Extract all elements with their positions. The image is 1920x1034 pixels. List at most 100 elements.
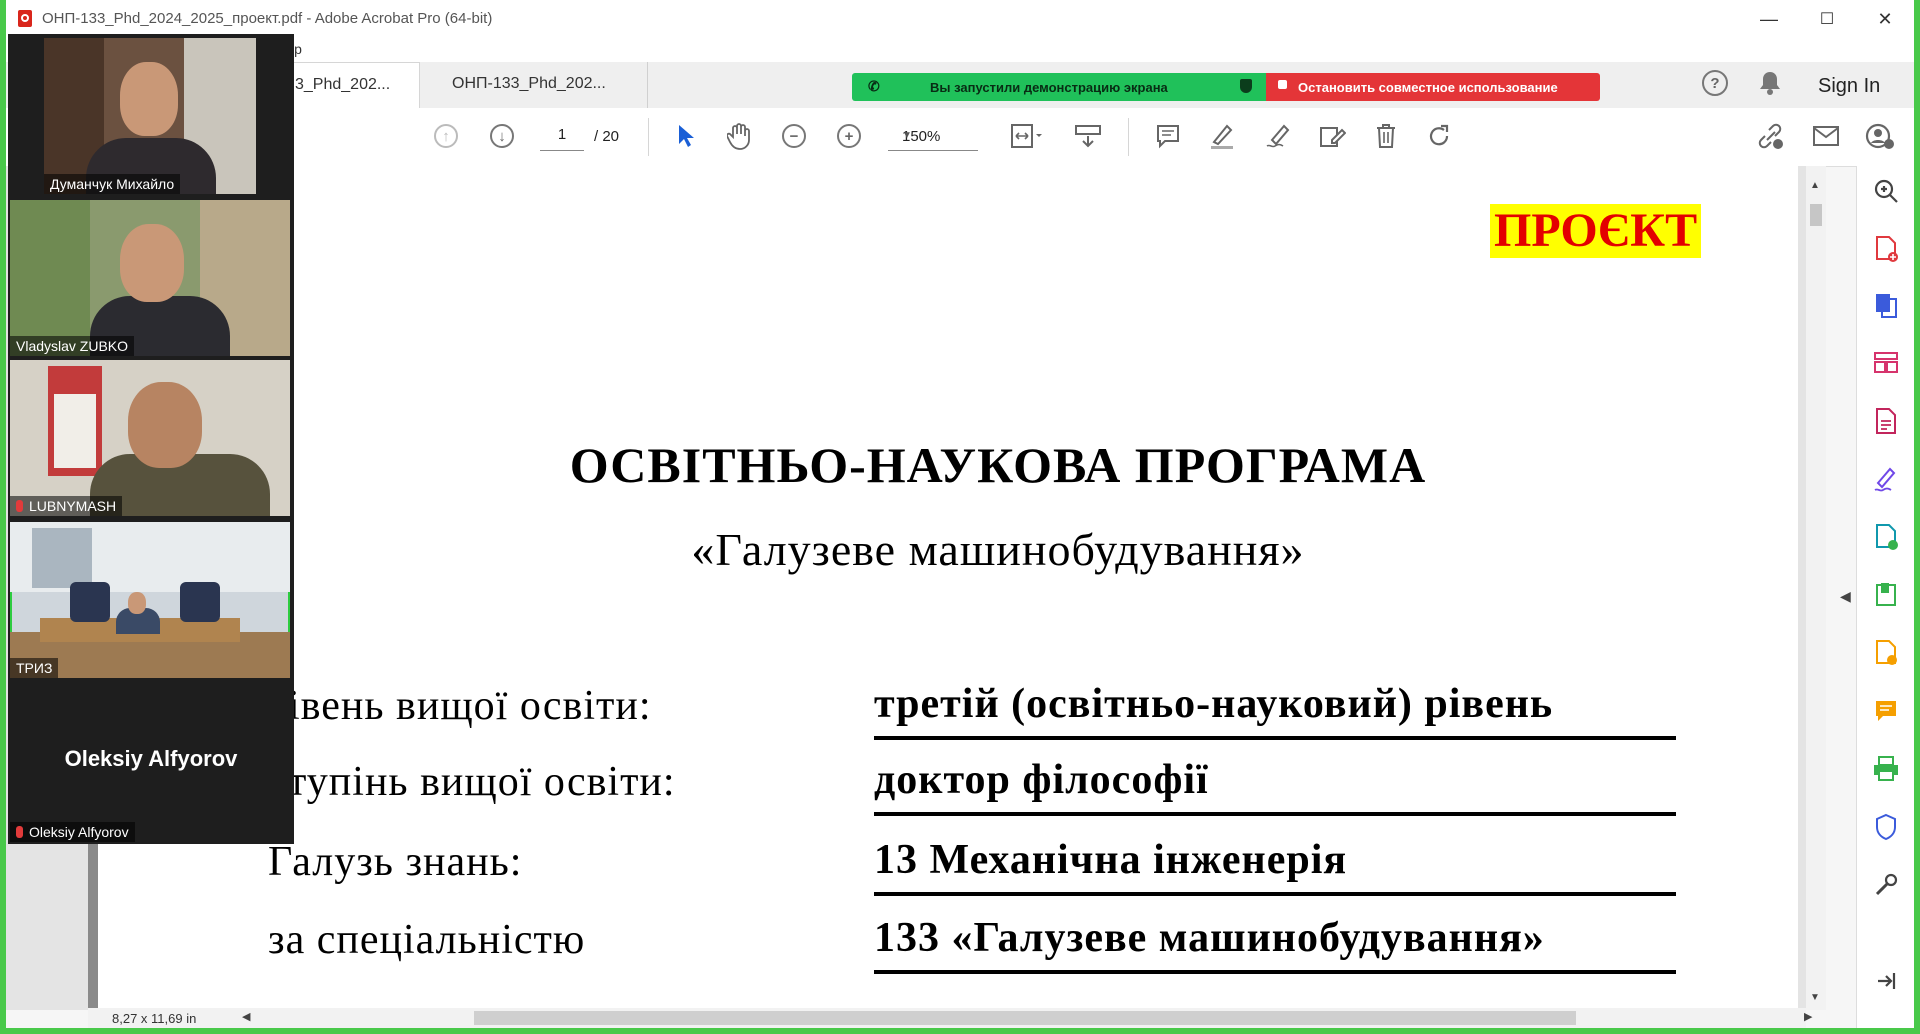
comment-icon[interactable] (1152, 119, 1184, 153)
page-size-label: 8,27 x 11,69 in (112, 1011, 197, 1026)
close-button[interactable]: ✕ (1862, 4, 1908, 34)
person-head (128, 382, 202, 468)
collapse-panel-icon[interactable]: ◀ (1840, 588, 1851, 605)
participant-name-text: Vladyslav ZUBKO (16, 338, 129, 354)
maximize-button[interactable]: ☐ (1804, 4, 1850, 34)
person-head (120, 224, 184, 302)
participant-tile[interactable]: Oleksiy Alfyorov (10, 686, 290, 842)
highlight-icon[interactable] (1206, 119, 1238, 153)
help-icon[interactable]: ? (1702, 70, 1728, 96)
compress-icon[interactable] (1871, 580, 1901, 610)
specialty-value: 133 «Галузеве машинобудування» (874, 914, 1676, 974)
minimize-button[interactable]: — (1746, 4, 1792, 34)
zoom-in-icon[interactable]: + (833, 119, 865, 153)
participant-name-text: Oleksiy Alfyorov (29, 824, 129, 840)
phone-icon: ✆ (868, 78, 880, 94)
chevron-left-icon[interactable]: ◀ (242, 1010, 250, 1023)
export-pdf-icon[interactable] (1871, 290, 1901, 320)
page-total: / 20 (594, 128, 620, 145)
muted-mic-icon (16, 500, 23, 512)
stop-sharing-label: Остановить совместное использование (1298, 80, 1558, 95)
status-bar: 8,27 x 11,69 in ◀ ▶ (88, 1008, 1812, 1028)
horizontal-scroll-thumb[interactable] (474, 1011, 1576, 1025)
tab-document-1[interactable]: 3_Phd_202... (276, 62, 420, 108)
bell-icon[interactable] (1758, 70, 1782, 102)
specialty-label: за спеціальністю (268, 917, 586, 963)
participant-name: Думанчук Михайло (44, 174, 181, 194)
edit-icon[interactable] (1316, 119, 1348, 153)
field-value: 13 Механічна інженерія (874, 836, 1676, 896)
fill-sign-icon[interactable] (1871, 464, 1901, 494)
prev-page-icon[interactable]: ↑ (430, 119, 462, 153)
stop-icon (1278, 80, 1287, 89)
combine-files-icon[interactable] (1871, 522, 1901, 552)
chevron-right-icon[interactable]: ▶ (1804, 1010, 1812, 1023)
participant-tile[interactable]: Думанчук Михайло (44, 38, 256, 194)
person-head (128, 592, 146, 614)
delete-icon[interactable] (1370, 119, 1402, 153)
link-icon[interactable] (1754, 119, 1786, 153)
participant-tile[interactable]: Vladyslav ZUBKO (10, 200, 290, 356)
sign-icon[interactable] (1262, 119, 1294, 153)
screen-share-status-text: Вы запустили демонстрацию экрана (930, 80, 1168, 95)
fit-page-icon[interactable] (1006, 119, 1048, 153)
chevron-down-icon[interactable]: ▼ (1810, 992, 1820, 1003)
calendar-page (54, 394, 96, 468)
participant-tile[interactable]: ТРИЗ (10, 522, 290, 678)
muted-mic-icon (16, 826, 23, 838)
zoom-select[interactable]: 150% ▼ (888, 126, 978, 151)
zoom-search-icon[interactable] (1871, 176, 1901, 206)
vertical-scroll-thumb[interactable] (1810, 204, 1822, 226)
field-label: Галузь знань: (268, 839, 523, 885)
share-user-icon[interactable] (1864, 119, 1896, 153)
screen-share-status: ✆ Вы запустили демонстрацию экрана (852, 73, 1266, 101)
stop-sharing-button[interactable]: Остановить совместное использование (1266, 73, 1600, 101)
send-review-icon[interactable] (1871, 638, 1901, 668)
chair (180, 582, 220, 622)
mail-icon[interactable] (1810, 119, 1842, 153)
sign-in-button[interactable]: Sign In (1818, 75, 1880, 98)
draft-stamp: ПРОЄКТ (1490, 204, 1702, 258)
chevron-down-icon: ▼ (902, 130, 912, 141)
chair (70, 582, 110, 622)
degree-value: доктор філософії (874, 756, 1676, 816)
scroll-mode-icon[interactable] (1072, 119, 1104, 153)
pdf-file-icon (18, 10, 32, 27)
chevron-up-icon[interactable]: ▲ (1810, 180, 1820, 191)
degree-label: тупінь вищої освіти: (288, 759, 676, 805)
hand-icon[interactable] (724, 119, 756, 153)
video-participants-panel: Думанчук Михайло Vladyslav ZUBKO LUBNYMA… (8, 34, 294, 844)
expand-panel-icon[interactable] (1871, 966, 1901, 996)
toolbar-divider (1128, 118, 1129, 156)
window (32, 528, 92, 588)
organize-pages-icon[interactable] (1871, 348, 1901, 378)
participant-name: LUBNYMASH (10, 496, 123, 516)
protect-icon[interactable] (1871, 812, 1901, 842)
next-page-icon[interactable]: ↓ (486, 119, 518, 153)
participant-tile[interactable]: LUBNYMASH (10, 360, 290, 516)
page-number-input[interactable]: 1 (540, 126, 584, 151)
shield-icon (1240, 79, 1252, 93)
select-cursor-icon[interactable] (670, 119, 702, 153)
participant-name: ТРИЗ (10, 658, 59, 678)
print-icon[interactable] (1871, 754, 1901, 784)
participant-name-text: ТРИЗ (16, 660, 53, 676)
zoom-out-icon[interactable]: − (778, 119, 810, 153)
toolbar-divider (648, 118, 649, 156)
more-tools-icon[interactable] (1871, 870, 1901, 900)
participant-name: Vladyslav ZUBKO (10, 336, 135, 356)
tools-panel (1856, 166, 1914, 1028)
create-pdf-icon[interactable] (1871, 234, 1901, 264)
participant-name-text: LUBNYMASH (29, 498, 117, 514)
edit-pdf-icon[interactable] (1871, 406, 1901, 436)
window-title: ОНП-133_Phd_2024_2025_проект.pdf - Adobe… (42, 10, 493, 27)
plant-background (10, 200, 90, 356)
title-bar: ОНП-133_Phd_2024_2025_проект.pdf - Adobe… (6, 0, 1914, 38)
tab-document-2[interactable]: ОНП-133_Phd_202... (420, 62, 648, 108)
comment-tool-icon[interactable] (1871, 696, 1901, 726)
participant-name: Oleksiy Alfyorov (10, 822, 135, 842)
person-head (120, 62, 178, 136)
rotate-icon[interactable] (1424, 119, 1456, 153)
participant-name-text: Думанчук Михайло (50, 176, 175, 192)
vertical-scrollbar[interactable]: ▲ ▼ (1806, 166, 1826, 1010)
